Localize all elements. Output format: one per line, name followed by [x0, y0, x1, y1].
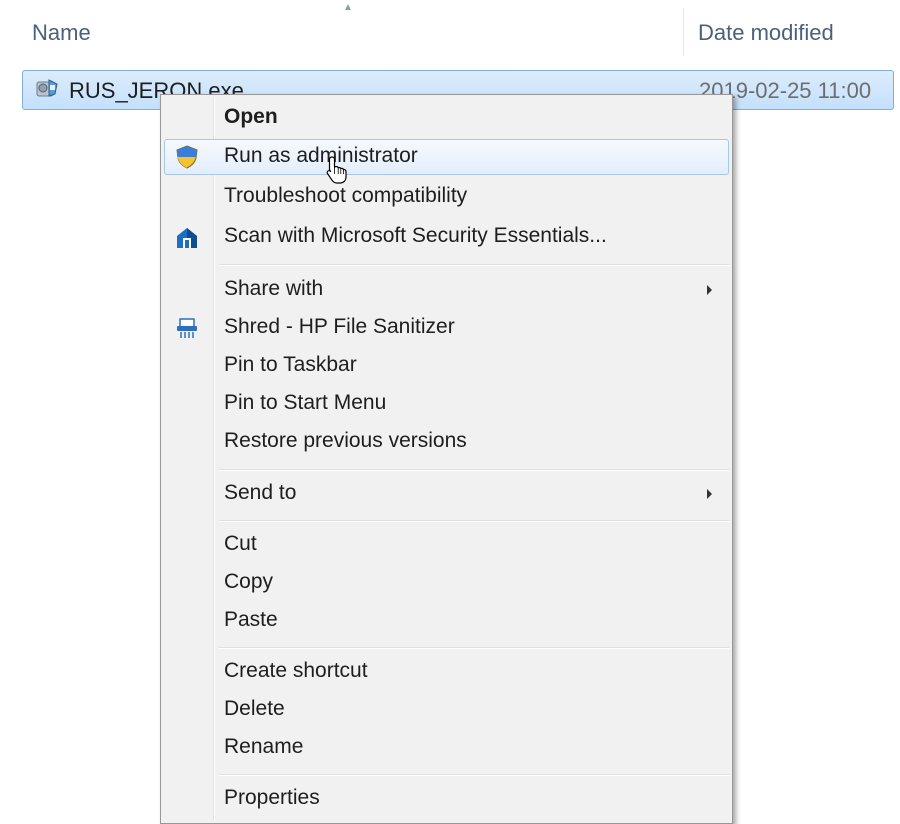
menu-item-run-as-administrator[interactable]: Run as administrator — [164, 139, 729, 175]
menu-item-pin-to-start-menu[interactable]: Pin to Start Menu — [164, 386, 729, 422]
menu-separator — [219, 469, 729, 471]
menu-item-label: Send to — [224, 481, 297, 504]
menu-item-label: Restore previous versions — [224, 429, 467, 452]
menu-item-label: Scan with Microsoft Security Essentials.… — [224, 224, 607, 247]
menu-item-label: Rename — [224, 735, 304, 758]
submenu-arrow-icon — [707, 285, 712, 295]
hp-file-sanitizer-icon — [177, 318, 197, 338]
mouse-pointer-icon — [326, 156, 347, 184]
menu-item-properties[interactable]: Properties — [164, 781, 729, 817]
menu-item-paste[interactable]: Paste — [164, 603, 729, 639]
menu-separator — [219, 264, 729, 266]
menu-item-copy[interactable]: Copy — [164, 565, 729, 601]
menu-item-label: Properties — [224, 786, 320, 809]
context-menu: Open Run as administrator Troubleshoot c… — [160, 94, 733, 824]
menu-item-label: Copy — [224, 570, 274, 593]
menu-item-label: Share with — [224, 277, 324, 300]
menu-item-pin-to-taskbar[interactable]: Pin to Taskbar — [164, 348, 729, 384]
application-exe-icon — [36, 79, 58, 97]
menu-separator — [219, 774, 729, 776]
menu-item-label: Pin to Taskbar — [224, 353, 357, 376]
menu-item-label: Pin to Start Menu — [224, 391, 387, 414]
menu-item-cut[interactable]: Cut — [164, 527, 729, 563]
menu-item-label: Troubleshoot compatibility — [224, 184, 468, 207]
menu-separator — [219, 647, 729, 649]
menu-item-label: Create shortcut — [224, 659, 368, 682]
uac-shield-icon — [176, 145, 198, 169]
column-header-name[interactable]: Name — [32, 20, 91, 46]
menu-item-scan-mse[interactable]: Scan with Microsoft Security Essentials.… — [164, 219, 729, 255]
menu-item-label: Delete — [224, 697, 285, 720]
menu-item-troubleshoot-compatibility[interactable]: Troubleshoot compatibility — [164, 179, 729, 215]
microsoft-security-essentials-icon — [177, 228, 197, 248]
menu-item-share-with[interactable]: Share with — [164, 272, 729, 308]
column-header-bar: ▲ Name Date modified — [0, 0, 900, 62]
menu-item-rename[interactable]: Rename — [164, 730, 729, 766]
menu-item-label: Run as administrator — [224, 144, 418, 167]
menu-item-open[interactable]: Open — [164, 100, 729, 136]
menu-item-label: Cut — [224, 532, 257, 555]
menu-item-restore-previous-versions[interactable]: Restore previous versions — [164, 424, 729, 460]
menu-item-create-shortcut[interactable]: Create shortcut — [164, 654, 729, 690]
submenu-arrow-icon — [707, 489, 712, 499]
menu-item-delete[interactable]: Delete — [164, 692, 729, 728]
menu-separator — [219, 520, 729, 522]
menu-item-label: Shred - HP File Sanitizer — [224, 315, 455, 338]
menu-item-send-to[interactable]: Send to — [164, 476, 729, 512]
sort-indicator-icon: ▲ — [343, 2, 353, 13]
menu-item-label: Open — [224, 105, 278, 128]
column-divider[interactable] — [683, 8, 684, 56]
menu-item-label: Paste — [224, 608, 278, 631]
menu-item-shred-hp-file-sanitizer[interactable]: Shred - HP File Sanitizer — [164, 310, 729, 346]
column-header-date-modified[interactable]: Date modified — [698, 20, 834, 46]
